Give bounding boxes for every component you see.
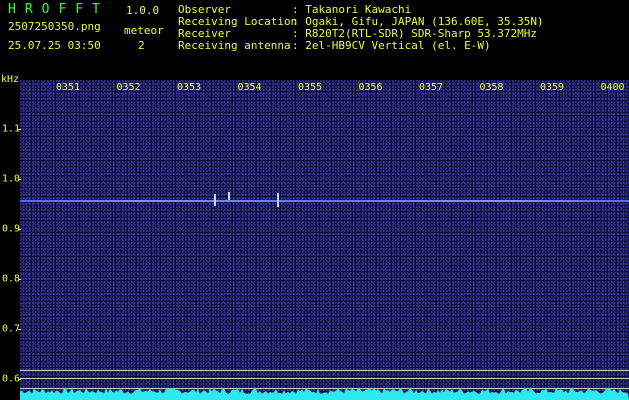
x-tick-label: 0356 (358, 82, 383, 93)
x-tick-label: 0358 (479, 82, 504, 93)
x-tick-label: 0351 (55, 82, 81, 93)
y-tick-mark (18, 379, 21, 380)
y-tick-mark (18, 179, 21, 180)
meteor-label: meteor (124, 24, 164, 37)
spectrogram-plot (20, 80, 629, 400)
reference-line-2 (20, 378, 629, 379)
datetime-label: 25.07.25 03:50 (8, 39, 101, 52)
y-tick-mark (18, 329, 21, 330)
meteor-count: 2 (138, 39, 145, 52)
version-label: 1.0.0 (126, 4, 160, 17)
header-panel: HROFFT 1.0.0 2507250350.png 25.07.25 03:… (0, 0, 629, 74)
x-tick-label: 0357 (418, 82, 444, 93)
station-info: Observer: Takanori Kawachi Receiving Loc… (178, 4, 544, 52)
app-name: HROFFT (8, 2, 109, 17)
info-row-antenna: Receiving antenna: 2el-HB9CV Vertical (e… (178, 39, 491, 52)
y-tick-mark (18, 229, 21, 230)
bottom-trace (20, 388, 629, 400)
x-tick-label: 0359 (539, 82, 565, 93)
meteor-echo-3 (228, 192, 230, 200)
file-name: 2507250350.png (8, 20, 101, 33)
y-tick-mark (18, 129, 21, 130)
reference-line-1 (20, 370, 629, 371)
noise-background (20, 80, 629, 400)
meteor-echo-1 (214, 194, 216, 206)
x-tick-label: 0400 (600, 82, 625, 93)
x-tick-label: 0352 (116, 82, 141, 93)
x-tick-label: 0354 (237, 82, 262, 93)
y-tick-mark (18, 279, 21, 280)
x-tick-label: 0353 (176, 82, 202, 93)
carrier-signal-line (20, 200, 629, 202)
meteor-echo-2 (277, 193, 279, 207)
x-tick-label: 0355 (297, 82, 323, 93)
y-axis-unit: kHz (1, 74, 20, 85)
